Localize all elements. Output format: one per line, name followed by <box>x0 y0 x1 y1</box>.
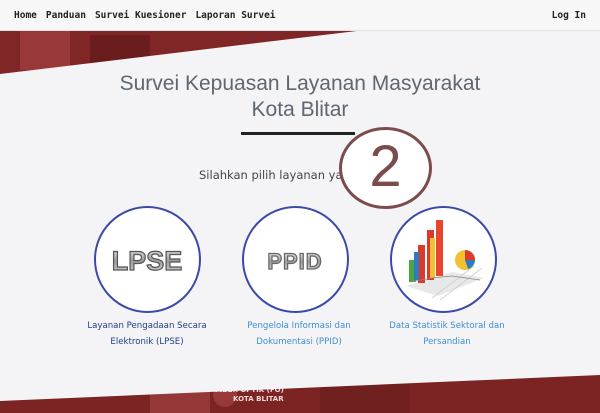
nav-survei-kuesioner[interactable]: Survei Kuesioner <box>95 10 187 21</box>
svg-text:PPID: PPID <box>267 249 322 274</box>
ppid-label-line1: Pengelola Informasi dan <box>247 321 351 331</box>
statistik-service-button[interactable] <box>390 206 497 313</box>
svg-text:LPSE: LPSE <box>112 246 183 276</box>
bar-chart-icon <box>406 220 484 301</box>
step-number-badge: 2 <box>339 127 432 209</box>
lpse-service-label[interactable]: Layanan Pengadaan Secara Elektronik (LPS… <box>72 318 222 350</box>
page-title-line2: Kota Blitar <box>251 98 349 121</box>
nav-panduan[interactable]: Panduan <box>46 10 86 21</box>
statistik-service-label[interactable]: Data Statistik Sektoral dan Persandian <box>372 318 522 350</box>
step-number: 2 <box>369 134 402 199</box>
nav-home[interactable]: Home <box>14 10 37 21</box>
nav-links: Home Panduan Survei Kuesioner Laporan Su… <box>14 10 276 21</box>
login-link[interactable]: Log In <box>552 10 586 21</box>
title-underline <box>241 132 355 135</box>
ppid-label-line2: Dokumentasi (PPID) <box>256 337 342 347</box>
statistik-label-line2: Persandian <box>423 337 471 347</box>
statistik-label-line1: Data Statistik Sektoral dan <box>389 321 505 331</box>
ppid-logo-icon: PPID <box>267 248 323 274</box>
ppid-service-button[interactable]: PPID <box>242 206 349 313</box>
ppid-service-label[interactable]: Pengelola Informasi dan Dokumentasi (PPI… <box>224 318 374 350</box>
lpse-label-line2: Elektronik (LPSE) <box>110 337 184 347</box>
lpse-logo-icon: LPSE <box>111 245 183 276</box>
nav-laporan-survei[interactable]: Laporan Survei <box>195 10 275 21</box>
lpse-service-button[interactable]: LPSE <box>94 206 201 313</box>
main-content: Survei Kepuasan Layanan Masyarakat Kota … <box>0 0 600 413</box>
lpse-label-line1: Layanan Pengadaan Secara <box>87 321 207 331</box>
page-title: Survei Kepuasan Layanan Masyarakat Kota … <box>0 71 600 123</box>
top-navbar: Home Panduan Survei Kuesioner Laporan Su… <box>0 0 600 31</box>
page-title-line1: Survei Kepuasan Layanan Masyarakat <box>119 72 481 95</box>
